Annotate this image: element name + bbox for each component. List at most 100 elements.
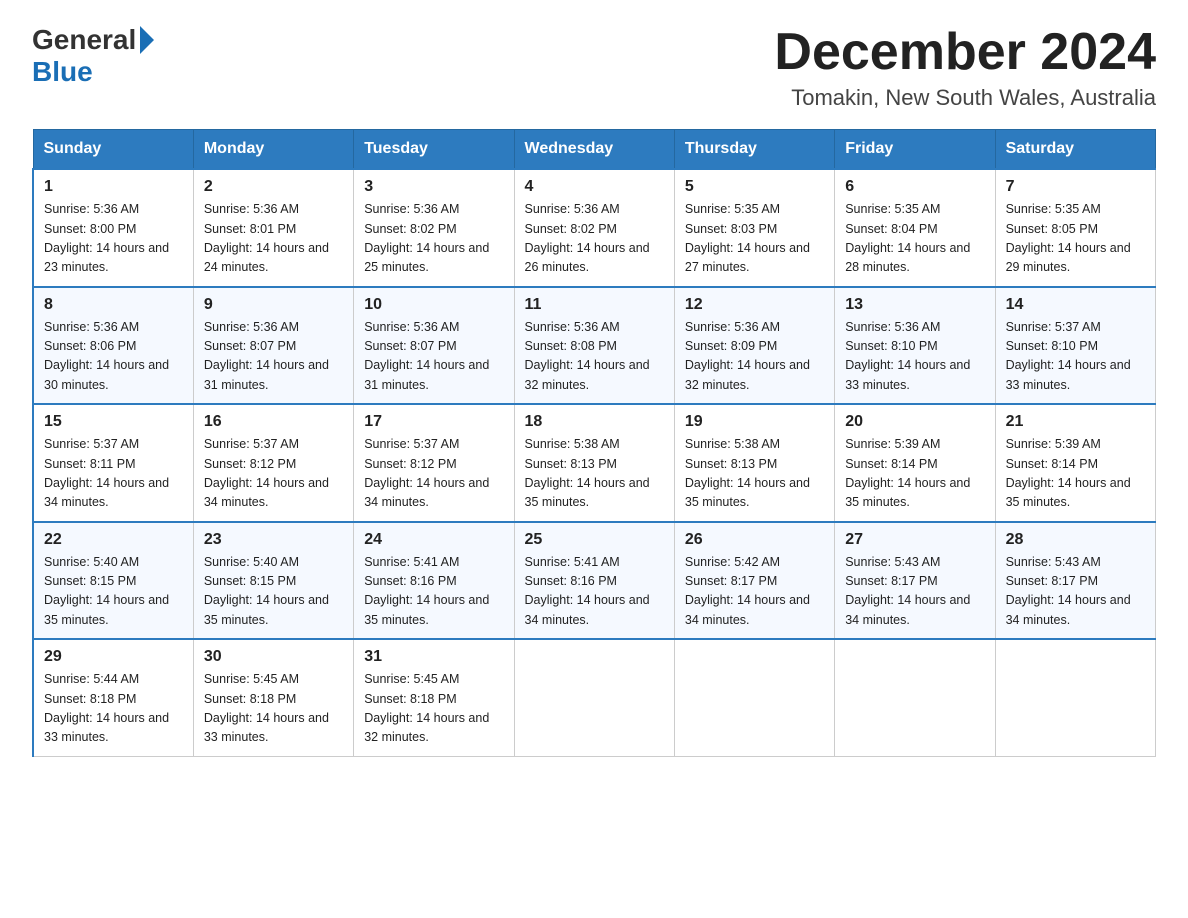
calendar-week-row: 1 Sunrise: 5:36 AMSunset: 8:00 PMDaylight… <box>33 169 1156 287</box>
sunrise-text: Sunrise: 5:39 AM <box>1006 437 1101 451</box>
sunrise-text: Sunrise: 5:42 AM <box>685 555 780 569</box>
day-info: Sunrise: 5:43 AM Sunset: 8:17 PM Daylight:… <box>1006 553 1145 631</box>
calendar-day-cell: 20 Sunrise: 5:39 AMSunset: 8:14 PMDayligh… <box>835 404 995 522</box>
day-number: 20 <box>845 413 984 431</box>
daylight-text: Daylight: 14 hours and 28 minutes. <box>845 241 970 274</box>
sunrise-text: Sunrise: 5:35 AM <box>1006 202 1101 216</box>
calendar-week-row: 29Sunrise: 5:44 AMSunset: 8:18 PMDayligh… <box>33 639 1156 756</box>
daylight-text: Daylight: 14 hours and 35 minutes. <box>685 476 810 509</box>
calendar-day-cell: 13Sunrise: 5:36 AMSunset: 8:10 PMDayligh… <box>835 287 995 405</box>
day-number: 4 <box>525 178 664 196</box>
sunset-text: Sunset: 8:17 PM <box>1006 574 1098 588</box>
daylight-text: Daylight: 14 hours and 32 minutes. <box>525 358 650 391</box>
sunrise-text: Sunrise: 5:36 AM <box>44 320 139 334</box>
calendar-day-cell: 21Sunrise: 5:39 AMSunset: 8:14 PMDayligh… <box>995 404 1155 522</box>
sunset-text: Sunset: 8:11 PM <box>44 457 136 471</box>
day-info: Sunrise: 5:40 AMSunset: 8:15 PMDaylight:… <box>204 553 343 631</box>
day-number: 27 <box>845 531 984 549</box>
day-info: Sunrise: 5:44 AMSunset: 8:18 PMDaylight:… <box>44 670 183 748</box>
sunset-text: Sunset: 8:09 PM <box>685 339 777 353</box>
calendar-table: SundayMondayTuesdayWednesdayThursdayFrid… <box>32 129 1156 757</box>
day-info: Sunrise: 5:43 AMSunset: 8:17 PMDaylight:… <box>845 553 984 631</box>
day-info: Sunrise: 5:36 AMSunset: 8:00 PMDaylight:… <box>44 200 183 278</box>
calendar-day-cell: 1 Sunrise: 5:36 AMSunset: 8:00 PMDaylight… <box>33 169 193 287</box>
sunrise-text: Sunrise: 5:43 AM <box>1006 555 1101 569</box>
daylight-text: Daylight: 14 hours and 23 minutes. <box>44 241 169 274</box>
sunset-text: Sunset: 8:13 PM <box>685 457 777 471</box>
sunset-text: Sunset: 8:07 PM <box>364 339 456 353</box>
day-info: Sunrise: 5:39 AMSunset: 8:14 PMDaylight:… <box>1006 435 1145 513</box>
daylight-text: Daylight: 14 hours and 34 minutes. <box>44 476 169 509</box>
day-info: Sunrise: 5:37 AMSunset: 8:10 PMDaylight:… <box>1006 318 1145 396</box>
daylight-text: Daylight: 14 hours and 29 minutes. <box>1006 241 1131 274</box>
sunrise-text: Sunrise: 5:36 AM <box>685 320 780 334</box>
sunset-text: Sunset: 8:02 PM <box>525 222 617 236</box>
daylight-text: Daylight: 14 hours and 33 minutes. <box>204 711 329 744</box>
calendar-day-cell: 23Sunrise: 5:40 AMSunset: 8:15 PMDayligh… <box>193 522 353 640</box>
day-info: Sunrise: 5:36 AMSunset: 8:10 PMDaylight:… <box>845 318 984 396</box>
calendar-day-cell <box>514 639 674 756</box>
day-number: 3 <box>364 178 503 196</box>
daylight-text: Daylight: 14 hours and 35 minutes. <box>204 593 329 626</box>
daylight-text: Daylight: 14 hours and 34 minutes. <box>364 476 489 509</box>
day-info: Sunrise: 5:40 AMSunset: 8:15 PMDaylight:… <box>44 553 183 631</box>
day-number: 9 <box>204 296 343 314</box>
sunset-text: Sunset: 8:08 PM <box>525 339 617 353</box>
day-info: Sunrise: 5:38 AMSunset: 8:13 PMDaylight:… <box>685 435 824 513</box>
sunrise-text: Sunrise: 5:36 AM <box>44 202 139 216</box>
sunrise-text: Sunrise: 5:41 AM <box>525 555 620 569</box>
sunrise-text: Sunrise: 5:43 AM <box>845 555 940 569</box>
day-info: Sunrise: 5:39 AMSunset: 8:14 PMDaylight:… <box>845 435 984 513</box>
logo-arrow-icon <box>140 26 154 54</box>
calendar-day-cell: 3 Sunrise: 5:36 AMSunset: 8:02 PMDaylight… <box>354 169 514 287</box>
daylight-text: Daylight: 14 hours and 35 minutes. <box>525 476 650 509</box>
sunset-text: Sunset: 8:12 PM <box>364 457 456 471</box>
calendar-day-cell: 4Sunrise: 5:36 AMSunset: 8:02 PMDaylight… <box>514 169 674 287</box>
daylight-text: Daylight: 14 hours and 35 minutes. <box>845 476 970 509</box>
day-info: Sunrise: 5:36 AMSunset: 8:06 PMDaylight:… <box>44 318 183 396</box>
sunset-text: Sunset: 8:18 PM <box>44 692 136 706</box>
column-header-wednesday: Wednesday <box>514 130 674 170</box>
calendar-day-cell: 16Sunrise: 5:37 AMSunset: 8:12 PMDayligh… <box>193 404 353 522</box>
day-info: Sunrise: 5:36 AMSunset: 8:07 PMDaylight:… <box>204 318 343 396</box>
column-header-tuesday: Tuesday <box>354 130 514 170</box>
calendar-day-cell: 22Sunrise: 5:40 AMSunset: 8:15 PMDayligh… <box>33 522 193 640</box>
sunset-text: Sunset: 8:04 PM <box>845 222 937 236</box>
daylight-text: Daylight: 14 hours and 34 minutes. <box>1006 593 1131 626</box>
daylight-text: Daylight: 14 hours and 30 minutes. <box>44 358 169 391</box>
sunset-text: Sunset: 8:15 PM <box>204 574 296 588</box>
sunset-text: Sunset: 8:02 PM <box>364 222 456 236</box>
day-info: Sunrise: 5:36 AMSunset: 8:08 PMDaylight:… <box>525 318 664 396</box>
column-header-saturday: Saturday <box>995 130 1155 170</box>
day-info: Sunrise: 5:36 AMSunset: 8:02 PMDaylight:… <box>364 200 503 278</box>
day-number: 28 <box>1006 531 1145 549</box>
day-number: 6 <box>845 178 984 196</box>
daylight-text: Daylight: 14 hours and 34 minutes. <box>845 593 970 626</box>
sunrise-text: Sunrise: 5:36 AM <box>364 320 459 334</box>
day-number: 8 <box>44 296 183 314</box>
sunset-text: Sunset: 8:17 PM <box>685 574 777 588</box>
calendar-day-cell: 28 Sunrise: 5:43 AM Sunset: 8:17 PM Dayligh… <box>995 522 1155 640</box>
daylight-text: Daylight: 14 hours and 34 minutes. <box>204 476 329 509</box>
day-number: 16 <box>204 413 343 431</box>
sunset-text: Sunset: 8:16 PM <box>364 574 456 588</box>
day-number: 1 <box>44 178 183 196</box>
sunset-text: Sunset: 8:15 PM <box>44 574 136 588</box>
sunrise-text: Sunrise: 5:37 AM <box>44 437 139 451</box>
day-number: 11 <box>525 296 664 314</box>
daylight-text: Daylight: 14 hours and 33 minutes. <box>1006 358 1131 391</box>
daylight-text: Daylight: 14 hours and 34 minutes. <box>525 593 650 626</box>
sunset-text: Sunset: 8:01 PM <box>204 222 296 236</box>
day-info: Sunrise: 5:45 AMSunset: 8:18 PMDaylight:… <box>364 670 503 748</box>
daylight-text: Daylight: 14 hours and 24 minutes. <box>204 241 329 274</box>
sunrise-text: Sunrise: 5:35 AM <box>845 202 940 216</box>
logo-general: General <box>32 24 154 56</box>
day-info: Sunrise: 5:41 AMSunset: 8:16 PMDaylight:… <box>364 553 503 631</box>
day-info: Sunrise: 5:41 AMSunset: 8:16 PMDaylight:… <box>525 553 664 631</box>
calendar-day-cell: 12Sunrise: 5:36 AMSunset: 8:09 PMDayligh… <box>674 287 834 405</box>
calendar-day-cell: 11 Sunrise: 5:36 AMSunset: 8:08 PMDayligh… <box>514 287 674 405</box>
day-info: Sunrise: 5:35 AM Sunset: 8:04 PM Daylight:… <box>845 200 984 278</box>
sunset-text: Sunset: 8:10 PM <box>845 339 937 353</box>
calendar-day-cell: 29Sunrise: 5:44 AMSunset: 8:18 PMDayligh… <box>33 639 193 756</box>
sunrise-text: Sunrise: 5:36 AM <box>845 320 940 334</box>
